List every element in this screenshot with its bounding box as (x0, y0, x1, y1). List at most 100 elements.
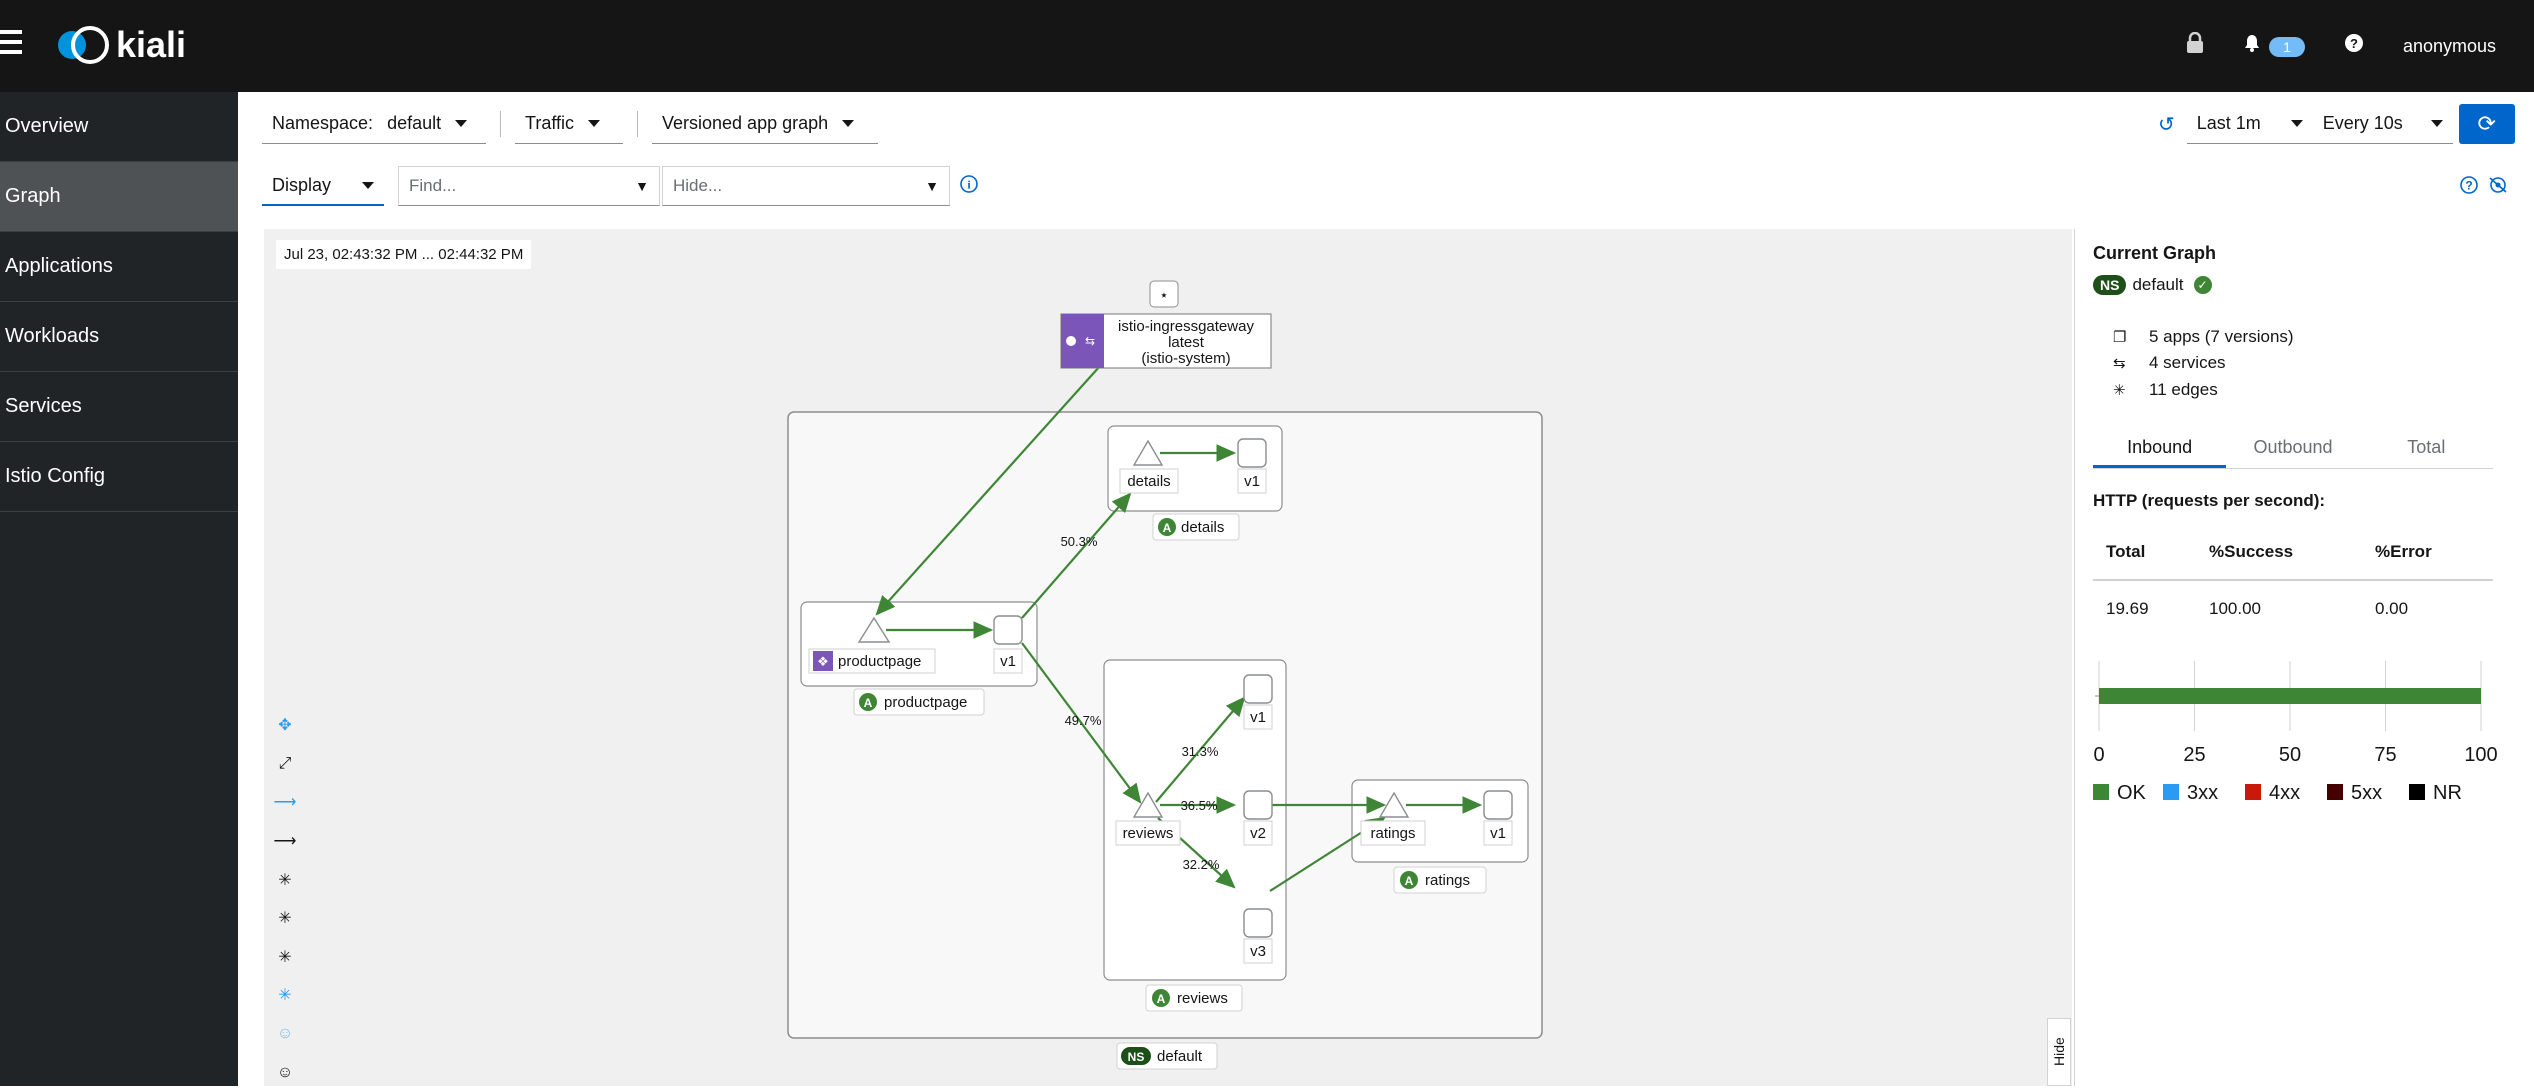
chevron-down-icon[interactable]: ▼ (635, 178, 649, 194)
sidebar-nav: Overview Graph Applications Workloads Se… (0, 92, 238, 1086)
chevron-down-icon (842, 120, 855, 127)
tab-outbound[interactable]: Outbound (2226, 431, 2359, 468)
tab-total[interactable]: Total (2360, 431, 2493, 468)
layout-cose-icon[interactable]: ✳ (270, 860, 300, 899)
find-icon[interactable]: ☺ (270, 1053, 300, 1092)
value-success: 100.00 (2209, 599, 2261, 618)
menu-icon[interactable] (0, 30, 24, 58)
app-label-details: details (1181, 519, 1224, 536)
history-icon[interactable]: ↺ (2158, 112, 2175, 137)
chevron-down-icon (362, 181, 374, 189)
sidebar-item-workloads[interactable]: Workloads (0, 302, 238, 372)
http-rate-chart: 0 25 50 75 100 OK 3xx 4xx 5xx NR (2093, 661, 2498, 804)
namespace-value: default (387, 113, 442, 133)
hide-placeholder: Hide... (673, 176, 723, 195)
sidebar-item-graph[interactable]: Graph (0, 162, 238, 232)
services-icon: ⇆ (2113, 355, 2126, 372)
kiali-logo[interactable]: kiali (54, 22, 186, 68)
sidebar-item-applications[interactable]: Applications (0, 232, 238, 302)
node-label-reviews: reviews (1123, 825, 1174, 842)
workload-node-reviews-v1[interactable] (1243, 674, 1273, 704)
layout-concentric-icon[interactable]: ✳ (270, 976, 300, 1015)
node-label-productpage: productpage (838, 653, 921, 670)
tick-label: 25 (2183, 744, 2205, 766)
value-total: 19.69 (2106, 599, 2149, 618)
workload-node-ratings-v1[interactable] (1483, 790, 1513, 820)
help-icon[interactable]: ? (2460, 176, 2478, 199)
sidebar-item-overview[interactable]: Overview (0, 92, 238, 162)
legend-toggle-icon[interactable]: ☺ (270, 1015, 300, 1054)
node-label-ratings-v1: v1 (1490, 825, 1506, 842)
refresh-button[interactable]: ⟳ (2458, 104, 2515, 144)
app-badge: A (864, 696, 873, 710)
ingress-namespace: (istio-system) (1141, 350, 1230, 367)
panel-namespace[interactable]: default (2132, 275, 2183, 295)
workload-node-reviews-v3[interactable] (1243, 908, 1273, 938)
workload-node-reviews-v2[interactable] (1243, 790, 1273, 820)
layout-horizontal-icon[interactable]: ⟶ (270, 822, 300, 861)
chevron-down-icon[interactable]: ▼ (925, 178, 939, 194)
logo-text: kiali (116, 24, 187, 65)
app-badge: A (1157, 992, 1166, 1006)
node-label-details-v1: v1 (1244, 473, 1260, 490)
legend-swatch-ok (2093, 784, 2109, 800)
svg-text:?: ? (2465, 179, 2472, 193)
node-label-productpage-v1: v1 (1000, 653, 1016, 670)
ingress-name: istio-ingressgateway (1118, 318, 1254, 335)
legend-label-4xx: 4xx (2269, 782, 2300, 804)
svg-text:i: i (967, 177, 971, 191)
display-dropdown[interactable]: Display (262, 166, 384, 206)
kiali-logo-icon (58, 26, 109, 64)
user-menu[interactable]: anonymous (2403, 36, 2496, 57)
time-range-dropdown[interactable]: Last 1m (2186, 104, 2313, 144)
legend-swatch-5xx (2327, 784, 2343, 800)
info-icon[interactable]: i (960, 174, 978, 198)
svg-text:⋆: ⋆ (1159, 286, 1168, 304)
help-icon[interactable]: ? (2344, 34, 2363, 58)
graph-tour-icon[interactable] (2488, 176, 2508, 199)
zoom-to-fit-icon[interactable]: ⤢ (270, 745, 300, 784)
refresh-interval-value: Every 10s (2322, 113, 2403, 133)
notification-badge: 1 (2269, 36, 2305, 57)
legend-label-3xx: 3xx (2187, 782, 2218, 804)
notification-bell[interactable]: 1 (2244, 34, 2305, 58)
lock-icon[interactable] (2186, 31, 2204, 60)
legend-swatch-3xx (2163, 784, 2179, 800)
layout-grid-icon[interactable]: ✳ (270, 938, 300, 977)
namespace-dropdown[interactable]: Namespace: default (262, 104, 486, 144)
refresh-interval-dropdown[interactable]: Every 10s (2312, 104, 2453, 144)
graph-type-dropdown[interactable]: Versioned app graph (652, 104, 878, 144)
workload-node-productpage-v1[interactable] (993, 615, 1023, 645)
layout-default-icon[interactable]: ⟶ (270, 783, 300, 822)
tick-label: 50 (2279, 744, 2301, 766)
applications-icon: ❐ (2113, 329, 2127, 346)
legend-label-nr: NR (2433, 782, 2462, 804)
sidebar-item-services[interactable]: Services (0, 372, 238, 442)
edge-label-reviews: 49.7% (1065, 713, 1102, 728)
legend-swatch-nr (2409, 784, 2425, 800)
app-label-productpage: productpage (884, 694, 967, 711)
svg-text:❖: ❖ (817, 654, 829, 669)
graph-canvas[interactable]: Jul 23, 02:43:32 PM ... 02:44:32 PM 50.3… (264, 229, 2072, 1086)
sidebar-item-istio-config[interactable]: Istio Config (0, 442, 238, 512)
pan-icon[interactable]: ✥ (270, 706, 300, 745)
masthead: kiali 1 ? anonymous (0, 0, 2534, 92)
health-ok-icon: ✓ (2193, 276, 2212, 294)
legend-swatch-4xx (2245, 784, 2261, 800)
hide-panel-tab[interactable]: Hide (2047, 1018, 2071, 1086)
layout-dagre-icon[interactable]: ✳ (270, 899, 300, 938)
hide-label: Hide (2051, 1037, 2067, 1067)
http-rate-title: HTTP (requests per second): (2093, 491, 2326, 510)
http-rate-table: Total %Success %Error 19.69 100.00 0.00 (2093, 525, 2493, 637)
find-input[interactable]: Find... ▼ (398, 166, 660, 206)
hide-input[interactable]: Hide... ▼ (662, 166, 950, 206)
bell-icon (2244, 35, 2259, 52)
value-error: 0.00 (2375, 599, 2409, 618)
find-placeholder: Find... (409, 176, 457, 195)
tab-inbound[interactable]: Inbound (2093, 431, 2227, 468)
svg-text:?: ? (2350, 36, 2358, 51)
traffic-dropdown[interactable]: Traffic (515, 104, 623, 144)
workload-node-details-v1[interactable] (1237, 438, 1267, 468)
service-graph: 50.3% 49.7% 31.3% 36.5% 32.2% ⇆ istio-in… (787, 280, 1543, 1070)
col-total: Total (2106, 542, 2146, 561)
